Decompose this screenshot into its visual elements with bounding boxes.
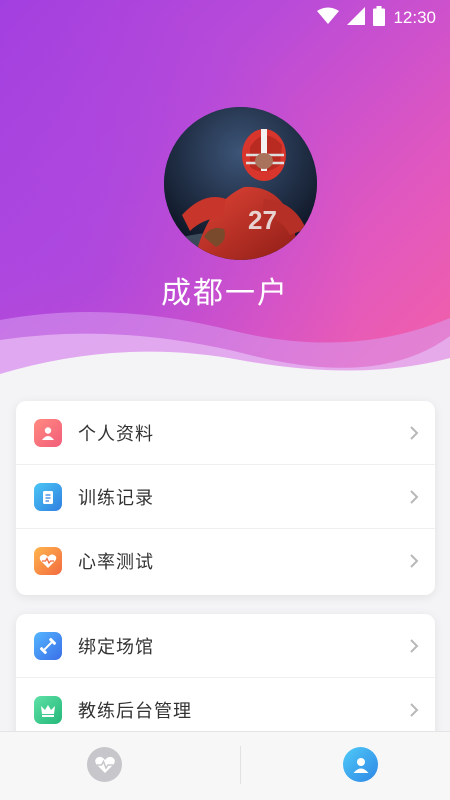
tab-profile[interactable] [343, 747, 378, 782]
menu-item-training-record[interactable]: 训练记录 [16, 465, 435, 529]
heart-rate-icon [34, 547, 62, 575]
battery-icon [373, 6, 386, 30]
username: 成都一户 [161, 276, 289, 311]
menu-item-label: 心率测试 [78, 552, 154, 573]
menu-item-label: 训练记录 [78, 487, 154, 509]
menu-item-label: 教练后台管理 [78, 701, 192, 722]
status-bar: 12:30 [0, 0, 450, 34]
chevron-right-icon [410, 490, 419, 504]
wifi-icon [317, 7, 340, 29]
status-time: 12:30 [393, 8, 436, 27]
menu-item-heart-rate-test[interactable]: 心率测试 [16, 529, 435, 593]
chevron-right-icon [410, 703, 419, 717]
chevron-right-icon [410, 426, 419, 440]
clipboard-icon [34, 482, 62, 511]
signal-icon [347, 7, 366, 29]
football-player-image: 27 [164, 107, 317, 260]
tab-heart-rate[interactable] [87, 747, 122, 782]
menu-item-profile[interactable]: 个人资料 [16, 401, 435, 465]
chevron-right-icon [410, 639, 419, 653]
heart-rate-icon [94, 756, 115, 773]
user-icon [353, 757, 368, 773]
menu-item-label: 个人资料 [78, 423, 154, 445]
dumbbell-icon [34, 631, 62, 660]
chevron-right-icon [410, 554, 419, 568]
header-wave-decoration [0, 312, 450, 410]
tab-divider [240, 746, 241, 784]
svg-text:27: 27 [248, 205, 277, 235]
bottom-tab-bar [0, 731, 450, 800]
menu-item-label: 绑定场馆 [78, 636, 154, 658]
menu-card-primary: 个人资料 训练记录 心率测试 [16, 401, 435, 595]
menu-item-bind-venue[interactable]: 绑定场馆 [16, 614, 435, 678]
person-icon [34, 418, 62, 447]
crown-icon [34, 696, 62, 724]
avatar[interactable]: 27 [164, 107, 317, 260]
